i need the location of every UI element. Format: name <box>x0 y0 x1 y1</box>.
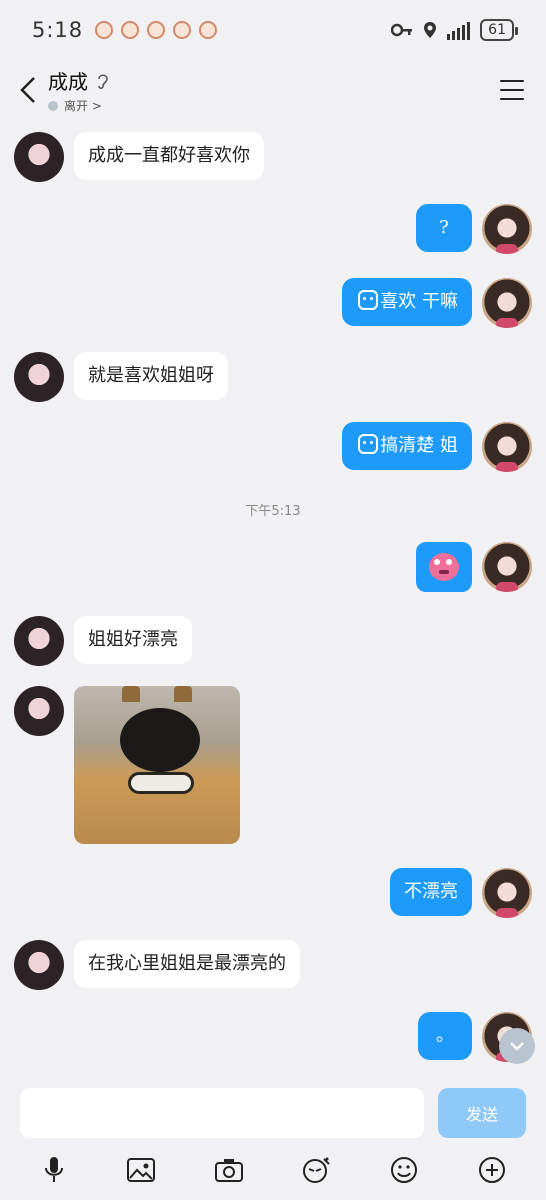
image-message[interactable] <box>74 686 240 844</box>
message-bubble[interactable]: 在我心里姐姐是最漂亮的 <box>74 940 300 988</box>
avatar[interactable] <box>482 868 532 918</box>
message-row: 。 <box>0 1012 546 1062</box>
message-row: ? <box>0 204 546 254</box>
chat-header: 成成 离开 > <box>0 60 546 120</box>
more-button[interactable] <box>475 1153 509 1187</box>
message-bubble[interactable]: 姐姐好漂亮 <box>74 616 192 664</box>
message-bubble[interactable]: ? <box>416 204 472 252</box>
menu-icon <box>500 80 524 82</box>
message-row <box>0 686 546 844</box>
key-icon <box>391 23 413 37</box>
message-list[interactable]: 成成一直都好喜欢你 ? 喜欢 干嘛 就是喜欢姐姐呀 搞清楚 姐 下午5:13 姐… <box>0 120 546 1080</box>
avatar[interactable] <box>14 940 64 990</box>
message-bubble[interactable]: 成成一直都好喜欢你 <box>74 132 264 180</box>
back-button[interactable] <box>14 76 42 104</box>
send-button[interactable]: 发送 <box>438 1088 526 1138</box>
message-timestamp: 下午5:13 <box>245 504 301 519</box>
camera-icon <box>215 1159 244 1182</box>
voice-button[interactable] <box>37 1153 71 1187</box>
clock-icon <box>48 100 58 111</box>
scroll-to-bottom-button[interactable] <box>499 1028 535 1064</box>
image-icon <box>127 1158 156 1182</box>
mic-icon <box>44 1157 63 1182</box>
sticker-message[interactable] <box>416 542 472 592</box>
notification-icon <box>147 21 166 39</box>
sticker-button[interactable] <box>300 1153 334 1187</box>
plus-icon <box>479 1157 506 1183</box>
notification-icons <box>95 21 218 39</box>
message-row <box>0 542 546 592</box>
input-toolbar <box>0 1150 546 1190</box>
message-row: 不漂亮 <box>0 868 546 918</box>
camera-button[interactable] <box>212 1153 246 1187</box>
message-row: 喜欢 干嘛 <box>0 278 546 328</box>
contact-status: 离开 > <box>64 99 102 113</box>
avatar[interactable] <box>14 616 64 666</box>
status-time: 5:18 <box>32 18 84 42</box>
avatar[interactable] <box>14 132 64 182</box>
chevron-down-icon <box>510 1042 524 1051</box>
message-bubble[interactable]: 就是喜欢姐姐呀 <box>74 352 228 400</box>
message-row: 搞清楚 姐 <box>0 422 546 472</box>
dog-nose <box>120 708 200 772</box>
contact-name: 成成 <box>48 70 88 94</box>
avatar[interactable] <box>14 352 64 402</box>
message-bubble[interactable]: 。 <box>418 1012 472 1060</box>
status-bar: 5:18 61 <box>0 0 546 60</box>
notification-icon <box>199 21 218 39</box>
contact-info[interactable]: 成成 离开 > <box>48 66 110 114</box>
dog-teeth <box>128 772 194 794</box>
message-input[interactable] <box>20 1088 424 1138</box>
avatar[interactable] <box>482 204 532 254</box>
frog-sticker-icon <box>429 553 459 581</box>
ear-icon <box>98 73 108 89</box>
avatar[interactable] <box>482 278 532 328</box>
message-row: 就是喜欢姐姐呀 <box>0 352 546 402</box>
emoji-icon <box>358 290 379 310</box>
message-row: 姐姐好漂亮 <box>0 616 546 666</box>
emoji-icon <box>358 434 379 454</box>
avatar[interactable] <box>14 686 64 736</box>
message-bubble[interactable]: 喜欢 干嘛 <box>342 278 472 326</box>
emoji-button[interactable] <box>387 1153 421 1187</box>
chevron-left-icon <box>20 77 35 103</box>
battery-indicator: 61 <box>480 19 518 41</box>
message-bubble[interactable]: 不漂亮 <box>390 868 472 916</box>
avatar[interactable] <box>482 422 532 472</box>
menu-button[interactable] <box>500 80 524 100</box>
input-area: 发送 <box>0 1080 546 1200</box>
location-icon <box>424 22 437 38</box>
emoji-icon <box>391 1157 418 1183</box>
message-row: 成成一直都好喜欢你 <box>0 132 546 182</box>
notification-icon <box>121 21 140 39</box>
signal-icon <box>447 20 471 40</box>
message-row: 在我心里姐姐是最漂亮的 <box>0 940 546 990</box>
sticker-pen-icon <box>302 1157 330 1183</box>
notification-icon <box>173 21 192 39</box>
album-button[interactable] <box>124 1153 158 1187</box>
notification-icon <box>95 21 114 39</box>
message-bubble[interactable]: 搞清楚 姐 <box>342 422 472 470</box>
avatar[interactable] <box>482 542 532 592</box>
